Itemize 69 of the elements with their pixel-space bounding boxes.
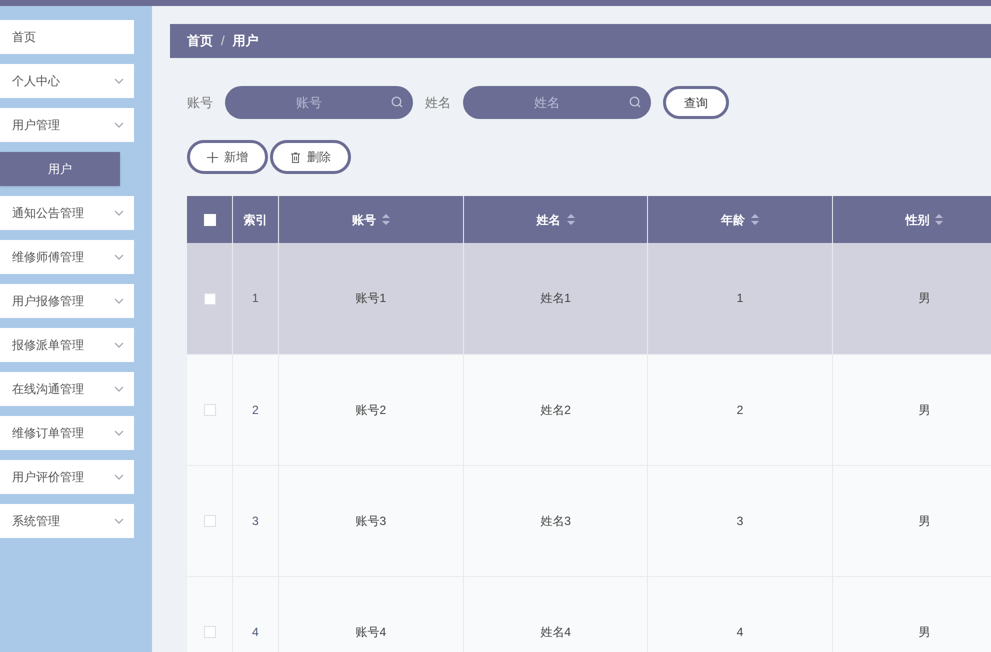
chevron-down-icon (114, 78, 124, 84)
chevron-down-icon (114, 474, 124, 480)
trash-icon (290, 152, 301, 162)
sidebar-item[interactable]: 用户报修管理 (0, 284, 134, 318)
table-row[interactable]: 4 账号4 姓名4 4 男 (187, 576, 991, 652)
search-icon (629, 96, 641, 108)
chevron-down-icon (114, 210, 124, 216)
checkbox[interactable] (204, 404, 216, 416)
table-cell: 男 (918, 402, 930, 416)
table-cell: 姓名2 (540, 402, 571, 416)
table-cell: 账号2 (355, 402, 386, 416)
sort-icon (382, 214, 390, 224)
sidebar-item[interactable]: 维修师傅管理 (0, 240, 134, 274)
checkbox[interactable] (204, 515, 216, 528)
table-cell: 3 (252, 514, 259, 528)
sidebar-item[interactable]: 首页 (0, 20, 134, 54)
sidebar-item[interactable]: 报修派单管理 (0, 328, 134, 362)
table-cell: 1 (252, 291, 259, 306)
sidebar-item[interactable]: 维修订单管理 (0, 416, 134, 450)
table-cell: 账号3 (355, 514, 386, 528)
table-cell: 男 (918, 624, 930, 638)
table-cell: 2 (736, 402, 744, 416)
field-label: 姓名 (425, 94, 451, 112)
table-cell: 男 (918, 514, 930, 528)
search-field[interactable]: 账号 (225, 86, 413, 119)
table-cell: 4 (252, 624, 259, 638)
table-cell: 2 (252, 402, 259, 416)
breadcrumb-link[interactable]: 首页 (187, 31, 213, 51)
chevron-down-icon (114, 518, 124, 524)
table-cell: 1 (736, 291, 744, 306)
table-row[interactable]: 3 账号3 姓名3 3 男 (187, 465, 991, 576)
query-button[interactable]: 查询 (663, 86, 729, 119)
table-cell: 姓名3 (540, 514, 571, 528)
table-cell: 姓名1 (540, 291, 571, 306)
table-row[interactable]: 1 账号1 姓名1 1 男 (187, 243, 991, 354)
sort-icon (935, 214, 944, 224)
table-cell: 账号1 (355, 291, 386, 306)
chevron-down-icon (114, 430, 124, 436)
table-cell: 姓名4 (540, 624, 571, 638)
delete-button[interactable]: 删除 (270, 140, 351, 174)
chevron-down-icon (114, 386, 124, 392)
checkbox[interactable] (204, 293, 216, 306)
plus-icon (207, 152, 218, 162)
sort-icon (566, 214, 575, 224)
chevron-down-icon (114, 342, 124, 348)
search-field[interactable]: 姓名 (463, 86, 651, 119)
table-cell: 4 (736, 624, 744, 638)
sidebar-item[interactable]: 在线沟通管理 (0, 372, 134, 406)
table-cell: 账号4 (355, 624, 386, 638)
chevron-down-icon (114, 298, 124, 304)
table-cell: 男 (918, 291, 930, 306)
chevron-down-icon (114, 254, 124, 260)
sidebar-item[interactable]: 用户评价管理 (0, 460, 134, 494)
breadcrumb-separator: / (221, 32, 225, 50)
table-cell: 3 (736, 514, 744, 528)
breadcrumb-link[interactable]: 用户 (232, 31, 259, 51)
sidebar-item[interactable]: 系统管理 (0, 504, 134, 538)
field-label: 账号 (187, 94, 213, 112)
search-icon (391, 96, 403, 108)
sidebar-subitem[interactable]: 用户 (0, 152, 120, 186)
sidebar-item[interactable]: 通知公告管理 (0, 196, 134, 230)
checkbox[interactable] (204, 626, 216, 638)
table-row[interactable]: 2 账号2 姓名2 2 男 (187, 354, 991, 465)
sidebar-item[interactable]: 用户管理 (0, 108, 134, 142)
sidebar-item[interactable]: 个人中心 (0, 64, 134, 98)
add-button[interactable]: 新增 (187, 140, 268, 174)
sort-icon (750, 214, 759, 224)
chevron-down-icon (114, 122, 124, 128)
checkbox[interactable] (204, 214, 216, 226)
